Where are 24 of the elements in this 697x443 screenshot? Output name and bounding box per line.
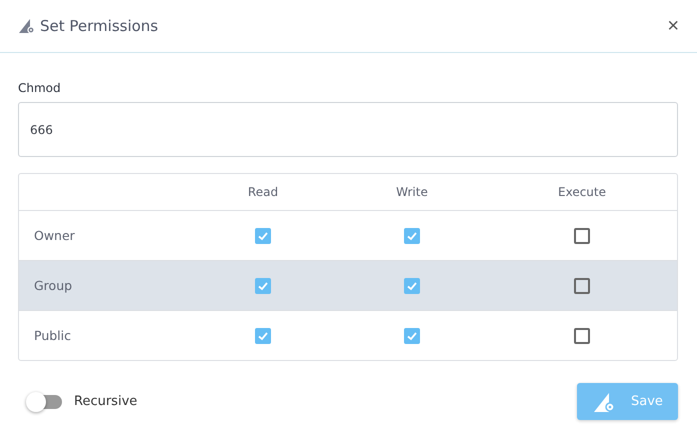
dialog-title: Set Permissions [40, 17, 160, 35]
permission-row[interactable]: Public [19, 310, 677, 360]
row-label: Owner [33, 228, 76, 243]
recursive-toggle[interactable] [28, 394, 62, 408]
column-header: Execute [557, 185, 607, 199]
checkbox[interactable] [404, 228, 420, 244]
checkbox[interactable] [255, 228, 271, 244]
checkbox[interactable] [404, 278, 420, 294]
checkbox[interactable] [404, 328, 420, 344]
column-header: Read [246, 185, 280, 199]
checkbox[interactable] [574, 228, 590, 244]
toggle-label: Recursive [74, 394, 138, 409]
row-label: Group [33, 278, 74, 293]
column-header: Write [395, 185, 429, 199]
checkbox[interactable] [574, 328, 590, 344]
permissions-icon [18, 18, 36, 34]
chmod-field[interactable]: 666 [18, 102, 678, 157]
checkbox[interactable] [255, 328, 271, 344]
permission-row[interactable]: Group [19, 260, 677, 310]
row-label: Public [33, 328, 72, 343]
checkbox[interactable] [255, 278, 271, 294]
chmod-label: Chmod [18, 81, 62, 95]
checkbox[interactable] [574, 278, 590, 294]
close-button[interactable]: × [667, 14, 679, 38]
